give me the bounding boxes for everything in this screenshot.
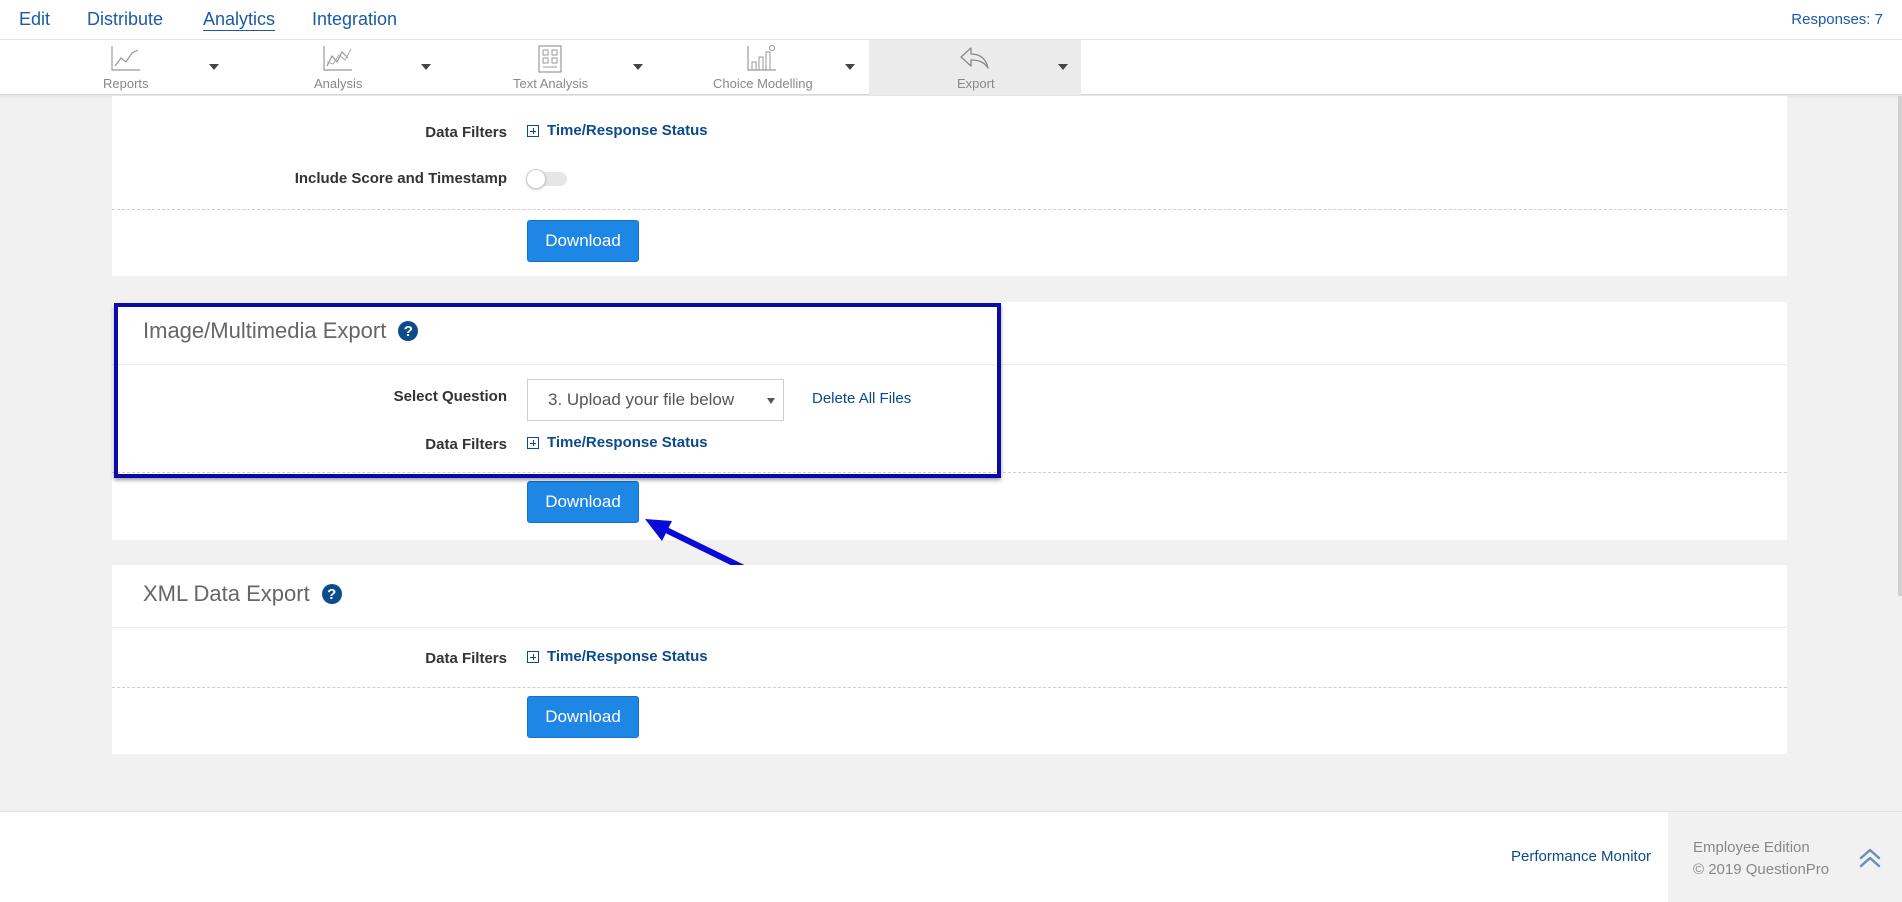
edition-label: Employee Edition — [1693, 839, 1810, 856]
edition-box: Employee Edition © 2019 QuestionPro — [1668, 812, 1902, 902]
plus-box-icon — [527, 650, 539, 663]
analysis-chart-icon — [323, 46, 352, 71]
toolbar-choice-modelling[interactable]: Choice Modelling — [656, 40, 868, 95]
toolbar-reports[interactable]: Reports — [20, 40, 232, 95]
include-score-label: Include Score and Timestamp — [294, 170, 507, 187]
data-filters-label: Data Filters — [425, 124, 507, 141]
download-button[interactable]: Download — [527, 220, 639, 262]
download-button[interactable]: Download — [527, 696, 639, 738]
export-reply-icon — [960, 47, 989, 69]
tab-distribute[interactable]: Distribute — [87, 9, 163, 30]
toolbar-export[interactable]: Export — [869, 40, 1081, 95]
time-response-status-link[interactable]: Time/Response Status — [527, 122, 708, 139]
help-icon[interactable]: ? — [321, 584, 342, 604]
section-title-text: XML Data Export — [143, 581, 310, 606]
divider — [112, 687, 1787, 688]
annotation-highlight-box — [114, 303, 1001, 478]
analytics-toolbar: Reports Analysis Text Analysis Choice Mo… — [0, 40, 1902, 95]
toolbar-text-analysis-label: Text Analysis — [513, 76, 589, 91]
time-response-status-link[interactable]: Time/Response Status — [527, 648, 708, 665]
chevron-down-icon[interactable] — [1058, 64, 1068, 70]
data-filters-label: Data Filters — [425, 650, 507, 667]
filter-link-label: Time/Response Status — [547, 122, 708, 139]
performance-monitor-link[interactable]: Performance Monitor — [1511, 848, 1651, 865]
footer: Performance Monitor Employee Edition © 2… — [0, 811, 1902, 902]
toolbar-choice-modelling-label: Choice Modelling — [713, 76, 813, 91]
xml-data-export-panel: XML Data Export ? Data Filters Time/Resp… — [112, 565, 1787, 754]
export-panel-top: Data Filters Time/Response Status Includ… — [112, 96, 1787, 276]
filter-link-label: Time/Response Status — [547, 648, 708, 665]
tab-integration[interactable]: Integration — [312, 9, 397, 30]
toggle-knob — [526, 169, 546, 189]
copyright-label: © 2019 QuestionPro — [1693, 861, 1830, 878]
chevron-down-icon[interactable] — [845, 64, 855, 70]
reports-chart-icon — [111, 46, 140, 71]
chevron-down-icon[interactable] — [209, 64, 219, 70]
chevron-down-icon[interactable] — [633, 64, 643, 70]
download-button[interactable]: Download — [527, 481, 639, 523]
section-title: XML Data Export ? — [143, 581, 342, 607]
tab-edit[interactable]: Edit — [19, 9, 50, 30]
divider — [112, 627, 1787, 628]
text-analysis-icon — [538, 45, 562, 73]
toolbar-reports-label: Reports — [103, 76, 149, 91]
divider — [112, 209, 1787, 210]
include-score-toggle[interactable] — [526, 169, 567, 189]
choice-modelling-icon — [747, 45, 776, 71]
toolbar-export-label: Export — [957, 76, 995, 91]
toolbar-analysis[interactable]: Analysis — [232, 40, 444, 95]
tab-analytics[interactable]: Analytics — [203, 9, 275, 30]
top-nav: Edit Distribute Analytics Integration Re… — [0, 0, 1902, 40]
scrollbar[interactable] — [1898, 96, 1902, 596]
plus-box-icon — [527, 124, 539, 137]
responses-count[interactable]: Responses: 7 — [1791, 11, 1883, 28]
toolbar-text-analysis[interactable]: Text Analysis — [444, 40, 656, 95]
toolbar-analysis-label: Analysis — [314, 76, 363, 91]
chevron-down-icon[interactable] — [421, 64, 431, 70]
scroll-to-top-icon[interactable] — [1858, 846, 1882, 870]
